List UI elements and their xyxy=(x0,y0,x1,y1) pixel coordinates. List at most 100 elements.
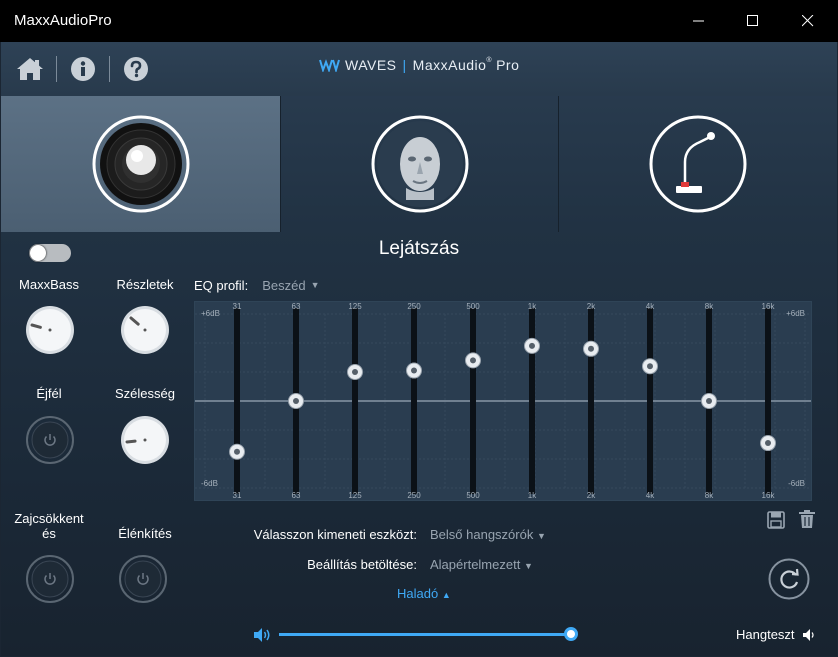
eq-db-top-right: +6dB xyxy=(786,309,805,318)
maxxbass-label: MaxxBass xyxy=(19,277,79,292)
app-body: WAVES | MaxxAudio ® Pro Lejátszás MaxxBa… xyxy=(1,42,837,656)
home-icon xyxy=(17,58,43,80)
zajcsokkentes-label: Zajcsökkent és xyxy=(14,511,84,541)
effects-toggle[interactable] xyxy=(29,244,71,262)
microphone-icon xyxy=(649,115,747,213)
eq-freq-label-bottom: 31 xyxy=(233,491,242,500)
eq-slider-track xyxy=(352,308,358,494)
reset-button[interactable] xyxy=(768,558,810,600)
power-icon xyxy=(26,416,74,464)
toolbar: WAVES | MaxxAudio ® Pro xyxy=(1,42,837,96)
sound-test-button[interactable]: Hangteszt xyxy=(736,627,815,642)
eq-slider-track xyxy=(765,308,771,494)
eq-freq-label-top: 31 xyxy=(233,302,242,311)
eq-freq-label-bottom: 4k xyxy=(646,491,655,500)
volume-icon[interactable] xyxy=(253,627,271,643)
help-icon xyxy=(124,57,148,81)
reszletek-knob[interactable] xyxy=(120,305,170,355)
eq-profile-label: EQ profil: xyxy=(194,278,249,293)
power-icon xyxy=(119,555,167,603)
title-bar: MaxxAudioPro xyxy=(0,0,838,42)
szelesseg-knob[interactable] xyxy=(120,415,170,465)
window-title: MaxxAudioPro xyxy=(14,12,112,29)
eq-freq-label-top: 4k xyxy=(646,302,655,311)
advanced-label: Haladó xyxy=(397,586,439,601)
eq-handle-center xyxy=(293,398,299,404)
brand-waves: WAVES xyxy=(345,57,397,73)
eq-slider-track xyxy=(411,308,417,494)
eq-freq-label-bottom: 125 xyxy=(348,491,362,500)
save-icon[interactable] xyxy=(767,511,785,529)
close-button[interactable] xyxy=(785,0,831,42)
knob-dial-icon xyxy=(121,416,169,464)
power-icon xyxy=(26,555,74,603)
output-device-value: Belső hangszórók xyxy=(430,527,534,542)
eq-freq-label-bottom: 8k xyxy=(705,491,714,500)
eq-freq-label-top: 250 xyxy=(407,302,421,311)
maxxbass-knob[interactable] xyxy=(25,305,75,355)
waves-logo-icon xyxy=(319,59,340,72)
eq-handle-center xyxy=(234,448,240,455)
eq-slider-track xyxy=(470,308,476,494)
output-device-dropdown[interactable]: Belső hangszórók ▼ xyxy=(430,527,546,542)
eq-db-bottom-right: -6dB xyxy=(788,479,805,488)
eq-handle-center xyxy=(765,440,771,447)
trash-icon[interactable] xyxy=(799,510,815,529)
eq-freq-label-top: 8k xyxy=(705,302,714,311)
eq-profile: EQ profil: Beszéd ▼ xyxy=(194,278,319,293)
equalizer-graph: +6dB +6dB -6dB -6dB 31 31 63 63 125 125 250 250 500 5… xyxy=(195,302,811,500)
brand-logo: WAVES | MaxxAudio ® Pro xyxy=(319,57,519,73)
eq-handle-center xyxy=(588,345,594,352)
eq-handle-center xyxy=(647,363,653,370)
tab-speaker[interactable] xyxy=(1,96,280,232)
preset-dropdown[interactable]: Alapértelmezett ▼ xyxy=(430,557,533,572)
ejfel-button[interactable] xyxy=(25,415,75,465)
volume-slider-track[interactable] xyxy=(279,633,571,636)
eq-slider-track xyxy=(234,308,240,494)
volume-slider-thumb[interactable] xyxy=(564,627,578,641)
eq-freq-label-bottom: 500 xyxy=(466,491,480,500)
szelesseg-label: Szélesség xyxy=(115,386,175,401)
eq-handle-center xyxy=(470,357,476,364)
speaker-small-icon xyxy=(803,629,814,641)
preset-label: Beállítás betöltése: xyxy=(307,557,417,572)
device-tabs xyxy=(1,96,837,232)
home-button[interactable] xyxy=(15,54,45,84)
eq-freq-label-bottom: 63 xyxy=(292,491,301,500)
help-button[interactable] xyxy=(121,54,151,84)
info-button[interactable] xyxy=(68,54,98,84)
eq-freq-label-top: 1k xyxy=(528,302,537,311)
info-icon xyxy=(71,57,95,81)
toolbar-separator xyxy=(56,56,57,82)
advanced-toggle[interactable]: Haladó ▲ xyxy=(397,586,451,601)
eq-freq-label-top: 63 xyxy=(292,302,301,311)
reszletek-label: Részletek xyxy=(116,277,174,292)
eq-db-top-left: +6dB xyxy=(201,309,220,318)
eq-freq-label-bottom: 1k xyxy=(528,491,537,500)
elenkites-label: Élénkítés xyxy=(118,526,172,541)
eq-slider-track xyxy=(529,308,535,494)
eq-freq-label-bottom: 250 xyxy=(407,491,421,500)
elenkites-button[interactable] xyxy=(118,554,168,604)
chevron-down-icon: ▼ xyxy=(536,531,546,541)
minimize-button[interactable] xyxy=(676,0,722,42)
eq-freq-label-bottom: 16k xyxy=(762,491,776,500)
eq-handle-center xyxy=(706,398,712,404)
output-device-label: Válasszon kimeneti eszközt: xyxy=(253,527,417,542)
chevron-down-icon: ▼ xyxy=(310,280,320,290)
eq-freq-label-bottom: 2k xyxy=(587,491,596,500)
sound-test-label: Hangteszt xyxy=(736,627,795,642)
close-icon xyxy=(802,15,814,27)
head-icon xyxy=(371,115,468,213)
brand-registered: ® xyxy=(486,56,493,64)
chevron-up-icon: ▲ xyxy=(441,590,451,600)
section-title: Lejátszás xyxy=(378,238,460,259)
maximize-button[interactable] xyxy=(730,0,776,42)
eq-handle-center xyxy=(352,369,358,375)
eq-profile-dropdown[interactable]: Beszéd xyxy=(262,278,305,293)
zajcsokkentes-button[interactable] xyxy=(25,554,75,604)
toggle-knob xyxy=(30,245,46,261)
tab-microphone[interactable] xyxy=(559,96,837,232)
tab-headphones[interactable] xyxy=(281,96,558,232)
equalizer: +6dB +6dB -6dB -6dB 31 31 63 63 125 125 250 250 500 5… xyxy=(194,301,812,501)
